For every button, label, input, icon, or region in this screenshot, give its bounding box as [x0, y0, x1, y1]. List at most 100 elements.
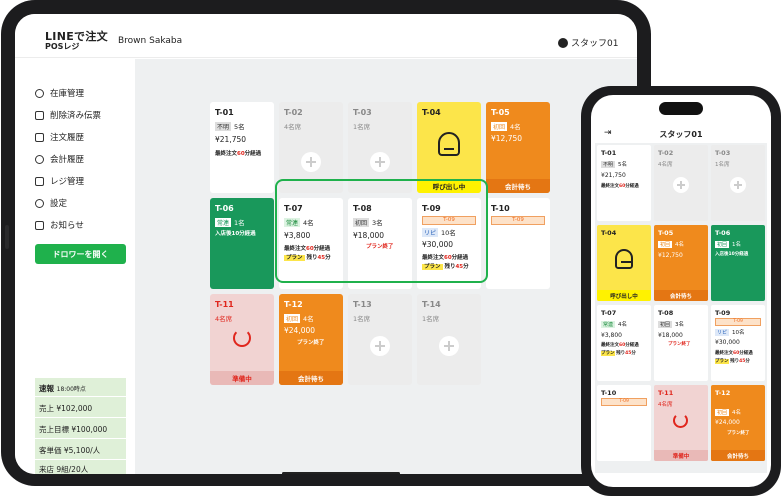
table-seats: 4名席 — [284, 123, 302, 131]
table-seats: 1名席 — [353, 315, 371, 323]
table-card-t05[interactable]: T-05 初回 4名 ¥12,750 会計待ち — [486, 102, 550, 193]
table-status-footer: 準備中 — [654, 450, 708, 461]
table-amount: ¥18,000 — [658, 332, 683, 339]
phone-table-card-t12[interactable]: T-12 初回 4名 ¥24,000 プラン終了 会計待ち — [711, 385, 765, 461]
table-name: T-05 — [658, 229, 674, 237]
sidebar-item-order-history[interactable]: 注文履歴 — [35, 131, 84, 143]
table-note: 入店後10分経過 — [215, 231, 256, 237]
sidebar-item-deleted-slips[interactable]: 削除済み伝票 — [35, 109, 101, 121]
table-guests: 初回 4名 — [715, 409, 742, 416]
phone-table-card-t06[interactable]: T-06 初回 1名 入店後10分経過 — [711, 225, 765, 301]
table-name: T-01 — [215, 108, 234, 117]
sidebar-item-inventory[interactable]: 在庫管理 — [35, 87, 84, 99]
customer-badge: 初回 — [658, 241, 673, 248]
add-icon[interactable] — [370, 336, 390, 356]
phone-title: スタッフ01 — [659, 130, 703, 139]
add-icon[interactable] — [301, 152, 321, 172]
customer-badge: 常連 — [215, 218, 232, 227]
add-icon[interactable] — [730, 177, 746, 193]
table-name: T-13 — [353, 300, 372, 309]
last-order-note: 最終注文60分経過 — [601, 343, 639, 348]
table-amount: ¥24,000 — [715, 419, 740, 426]
sidebar-item-label: 会計履歴 — [50, 155, 85, 165]
open-drawer-button[interactable]: ドロワーを開く — [35, 244, 126, 264]
table-amount: ¥21,750 — [601, 172, 626, 179]
phone-table-card-t07[interactable]: T-07 常連 4名 ¥3,800 最終注文60分経過 プラン 残り45分 — [597, 305, 651, 381]
phone-table-card-t01[interactable]: T-01 不明 5名 ¥21,750 最終注文60分経過 — [597, 145, 651, 221]
sidebar-item-register[interactable]: レジ管理 — [35, 175, 84, 187]
divider — [35, 459, 126, 460]
table-name: T-07 — [601, 309, 617, 317]
add-icon[interactable] — [673, 177, 689, 193]
table-card-t06[interactable]: T-06 常連 1名 入店後10分経過 — [210, 198, 274, 289]
plan-status: プラン終了 — [297, 340, 325, 346]
phone-table-card-t10[interactable]: T-10 T-09 — [597, 385, 651, 461]
table-seats: 4名席 — [215, 315, 233, 323]
app-logo-sub: POSレジ — [45, 42, 80, 51]
plan-remaining: プラン 残り45分 — [601, 351, 636, 356]
sidebar-item-label: 在庫管理 — [50, 89, 85, 99]
sidebar-item-notices[interactable]: お知らせ — [35, 219, 84, 231]
phone-table-card-t11[interactable]: T-11 4名席 準備中 — [654, 385, 708, 461]
plan-status: プラン終了 — [727, 431, 750, 436]
summary-sales: 売上 ¥102,000 — [39, 404, 93, 413]
table-card-t12[interactable]: T-12 初回 4名 ¥24,000 プラン終了 会計待ち — [279, 294, 343, 385]
table-name: T-11 — [215, 300, 234, 309]
trash-icon — [35, 110, 44, 120]
customer-badge: 不明 — [601, 161, 616, 168]
table-name: T-03 — [715, 149, 731, 157]
table-name: T-03 — [353, 108, 372, 117]
table-card-t01[interactable]: T-01 不明 5名 ¥21,750 最終注文60分経過 — [210, 102, 274, 193]
list-icon — [35, 132, 44, 142]
phone-table-card-t02[interactable]: T-02 4名席 — [654, 145, 708, 221]
sidebar-item-payment-history[interactable]: 会計履歴 — [35, 153, 84, 165]
table-name: T-11 — [658, 389, 674, 397]
plan-status: プラン終了 — [668, 342, 691, 347]
phone-table-grid: T-01 不明 5名 ¥21,750 最終注文60分経過 T-02 4名席 T-0… — [595, 143, 767, 473]
table-guests: 初回 4名 — [491, 122, 521, 131]
sidebar-item-label: レジ管理 — [50, 177, 85, 187]
table-card-t13[interactable]: T-13 1名席 — [348, 294, 412, 385]
merged-table-tag: T-09 — [491, 216, 545, 225]
plan-remaining: プラン 残り45分 — [715, 359, 750, 364]
summary-title: 速報 18:00時点 — [39, 384, 86, 393]
add-icon[interactable] — [370, 152, 390, 172]
divider — [35, 396, 126, 397]
customer-badge: 初回 — [491, 122, 508, 131]
table-card-t14[interactable]: T-14 1名席 — [417, 294, 481, 385]
customer-badge: リピ — [715, 329, 730, 336]
phone-table-card-t05[interactable]: T-05 初回 4名 ¥12,750 会計待ち — [654, 225, 708, 301]
phone-table-card-t04[interactable]: T-04 呼び出し中 — [597, 225, 651, 301]
table-name: T-04 — [601, 229, 617, 237]
table-guests: 不明 5名 — [215, 122, 245, 131]
sidebar-item-label: 注文履歴 — [50, 133, 85, 143]
staff-menu[interactable]: スタッフ01 — [558, 36, 618, 49]
table-name: T-06 — [215, 204, 234, 213]
coin-icon — [35, 154, 44, 164]
register-icon — [35, 176, 44, 186]
phone-table-card-t08[interactable]: T-08 初回 3名 ¥18,000 プラン終了 — [654, 305, 708, 381]
table-card-t11[interactable]: T-11 4名席 準備中 — [210, 294, 274, 385]
table-name: T-08 — [658, 309, 674, 317]
last-order-note: 最終注文60分経過 — [215, 151, 262, 157]
phone-table-card-t03[interactable]: T-03 1名席 — [711, 145, 765, 221]
table-status-footer: 会計待ち — [486, 179, 550, 193]
sidebar-item-label: お知らせ — [50, 221, 84, 231]
table-seats: 1名席 — [715, 162, 730, 168]
table-name: T-12 — [284, 300, 303, 309]
table-name: T-02 — [658, 149, 674, 157]
megaphone-icon — [35, 220, 44, 230]
summary-time: 18:00時点 — [56, 386, 86, 393]
add-icon[interactable] — [439, 336, 459, 356]
table-seats: 1名席 — [353, 123, 371, 131]
phone-table-card-t09[interactable]: T-09 T-09 リピ 10名 ¥30,000 最終注文60分経過 プラン 残り… — [711, 305, 765, 381]
table-card-t10[interactable]: T-10 T-09 — [486, 198, 550, 289]
table-guests: 初回 4名 — [284, 314, 314, 323]
sidebar-item-label: 設定 — [50, 199, 68, 209]
table-name: T-12 — [715, 389, 731, 397]
customer-badge: 常連 — [601, 321, 616, 328]
table-amount: ¥12,750 — [491, 134, 523, 143]
sidebar-item-settings[interactable]: 設定 — [35, 197, 67, 209]
customer-badge: 不明 — [215, 122, 232, 131]
tablet-side-button — [5, 225, 9, 249]
